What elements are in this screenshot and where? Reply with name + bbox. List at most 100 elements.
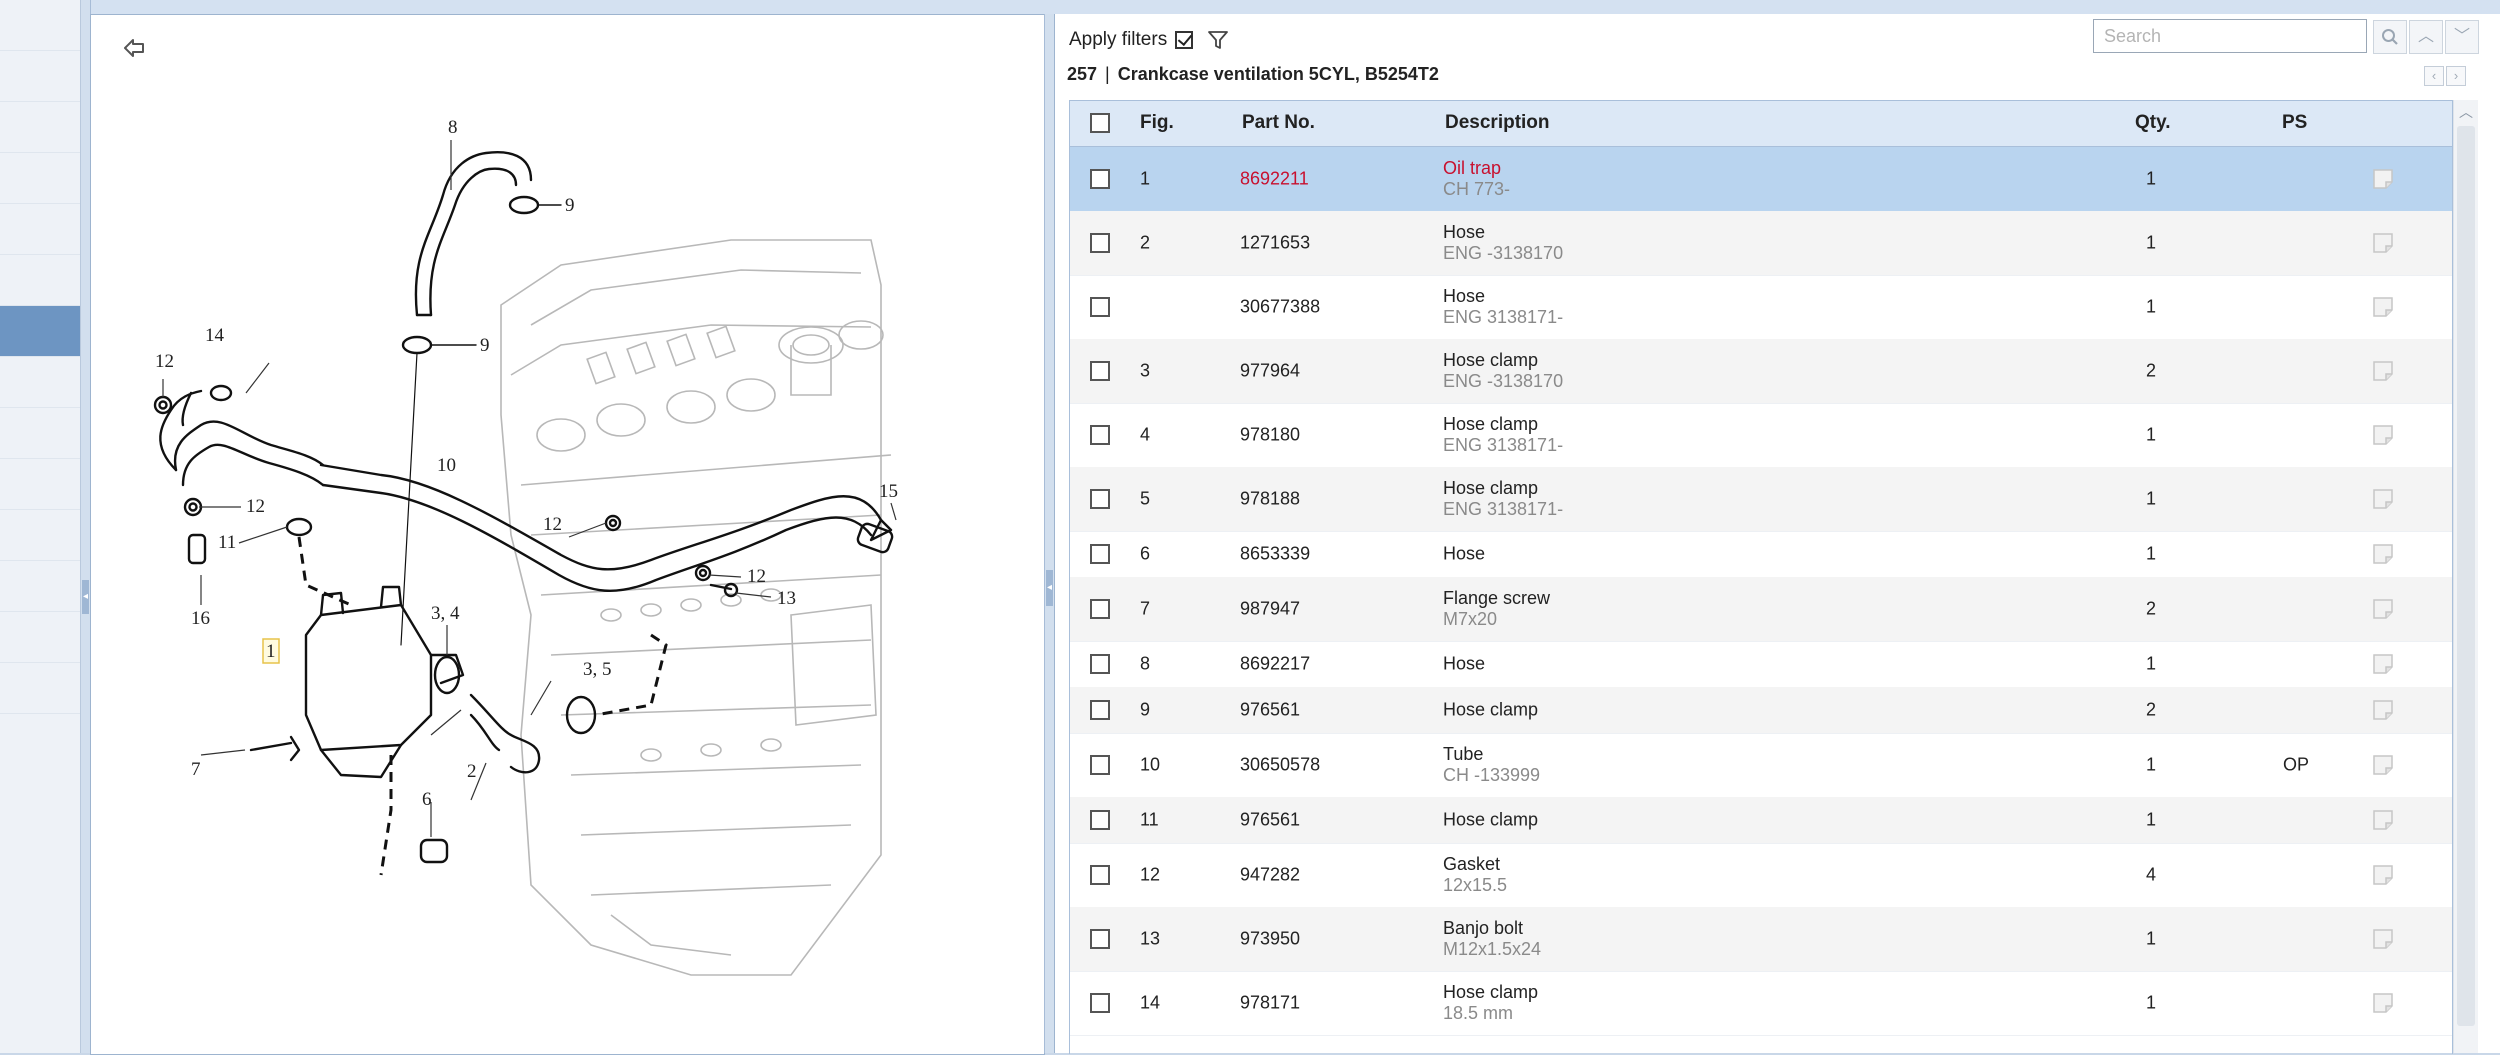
cell-part-no[interactable]: 973950	[1240, 929, 1300, 950]
row-checkbox[interactable]	[1090, 700, 1110, 720]
nav-item[interactable]	[0, 51, 80, 102]
row-checkbox[interactable]	[1090, 169, 1110, 189]
row-checkbox[interactable]	[1090, 993, 1110, 1013]
cell-part-no[interactable]: 8692211	[1240, 169, 1309, 190]
cell-part-no[interactable]: 978188	[1240, 489, 1300, 510]
note-icon[interactable]	[2371, 487, 2395, 511]
row-checkbox[interactable]	[1090, 810, 1110, 830]
table-row[interactable]: 6 8653339 Hose 1	[1070, 531, 2452, 578]
table-row[interactable]: 13 973950 Banjo bolt M12x1.5x24 1	[1070, 907, 2452, 972]
table-row[interactable]: 8 8692217 Hose 1	[1070, 641, 2452, 688]
next-group-button[interactable]: ›	[2446, 66, 2466, 86]
column-header-ps[interactable]: PS	[2282, 112, 2307, 134]
callout-16[interactable]: 16	[191, 608, 210, 629]
row-checkbox[interactable]	[1090, 929, 1110, 949]
note-icon[interactable]	[2371, 863, 2395, 887]
callout-9-top[interactable]: 9	[565, 195, 575, 216]
note-icon[interactable]	[2371, 597, 2395, 621]
table-row[interactable]: 4 978180 Hose clamp ENG 3138171- 1	[1070, 403, 2452, 468]
row-checkbox[interactable]	[1090, 865, 1110, 885]
previous-result-button[interactable]: ︿	[2409, 20, 2443, 54]
note-icon[interactable]	[2371, 652, 2395, 676]
row-checkbox[interactable]	[1090, 489, 1110, 509]
row-checkbox[interactable]	[1090, 425, 1110, 445]
table-row[interactable]: 2 1271653 Hose ENG -3138170 1	[1070, 211, 2452, 276]
nav-item[interactable]	[0, 408, 80, 459]
table-row[interactable]: 30677388 Hose ENG 3138171- 1	[1070, 275, 2452, 340]
nav-item-selected[interactable]	[0, 306, 80, 357]
filter-icon[interactable]	[1207, 29, 1229, 51]
row-checkbox[interactable]	[1090, 654, 1110, 674]
table-row[interactable]: 12 947282 Gasket 12x15.5 4	[1070, 843, 2452, 908]
row-checkbox[interactable]	[1090, 233, 1110, 253]
row-checkbox[interactable]	[1090, 361, 1110, 381]
scroll-thumb[interactable]	[2457, 126, 2475, 1026]
nav-item[interactable]	[0, 102, 80, 153]
table-row[interactable]: 9 976561 Hose clamp 2	[1070, 687, 2452, 734]
column-header-qty[interactable]: Qty.	[2135, 112, 2171, 134]
callout-11[interactable]: 11	[218, 532, 236, 553]
cell-part-no[interactable]: 947282	[1240, 865, 1300, 886]
table-scrollbar[interactable]: ︿	[2453, 100, 2478, 1053]
callout-2[interactable]: 2	[467, 761, 477, 782]
cell-part-no[interactable]: 30677388	[1240, 297, 1320, 318]
nav-item[interactable]	[0, 612, 80, 663]
table-row[interactable]: 1 8692211 Oil trap CH 773- 1	[1070, 147, 2452, 212]
note-icon[interactable]	[2371, 231, 2395, 255]
table-row[interactable]: 5 978188 Hose clamp ENG 3138171- 1	[1070, 467, 2452, 532]
callout-12-b[interactable]: 12	[246, 496, 265, 517]
callout-12-d[interactable]: 12	[747, 566, 766, 587]
nav-item[interactable]	[0, 561, 80, 612]
column-header-part-no[interactable]: Part No.	[1242, 112, 1315, 134]
search-input[interactable]	[2093, 19, 2367, 53]
previous-group-button[interactable]: ‹	[2424, 66, 2444, 86]
row-checkbox[interactable]	[1090, 544, 1110, 564]
collapse-diagram-icon[interactable]: ◂	[1046, 570, 1053, 606]
note-icon[interactable]	[2371, 295, 2395, 319]
callout-1[interactable]: 1	[266, 641, 276, 662]
nav-item[interactable]	[0, 357, 80, 408]
table-row[interactable]: 14 978171 Hose clamp 18.5 mm 1	[1070, 971, 2452, 1036]
column-header-fig[interactable]: Fig.	[1140, 112, 1174, 134]
callout-6[interactable]: 6	[422, 789, 432, 810]
callout-12-a[interactable]: 12	[155, 351, 174, 372]
note-icon[interactable]	[2371, 927, 2395, 951]
row-checkbox[interactable]	[1090, 297, 1110, 317]
nav-item[interactable]	[0, 204, 80, 255]
nav-item[interactable]	[0, 255, 80, 306]
callout-15[interactable]: 15	[879, 481, 898, 502]
note-icon[interactable]	[2371, 698, 2395, 722]
nav-item[interactable]	[0, 459, 80, 510]
apply-filters-checkbox[interactable]	[1175, 31, 1194, 49]
column-header-description[interactable]: Description	[1445, 112, 1550, 134]
search-button[interactable]	[2373, 20, 2407, 54]
callout-12-c[interactable]: 12	[543, 514, 562, 535]
cell-part-no[interactable]: 978180	[1240, 425, 1300, 446]
cell-part-no[interactable]: 978171	[1240, 993, 1300, 1014]
callout-13[interactable]: 13	[777, 588, 796, 609]
note-icon[interactable]	[2371, 753, 2395, 777]
cell-part-no[interactable]: 1271653	[1240, 233, 1310, 254]
next-result-button[interactable]: ﹀	[2445, 20, 2479, 54]
table-row[interactable]: 10 30650578 Tube CH -133999 1 OP	[1070, 733, 2452, 798]
row-checkbox[interactable]	[1090, 599, 1110, 619]
note-icon[interactable]	[2371, 542, 2395, 566]
callout-10[interactable]: 10	[437, 455, 456, 476]
cell-part-no[interactable]: 987947	[1240, 599, 1300, 620]
collapse-left-icon[interactable]: ◂	[82, 580, 89, 614]
select-all-checkbox[interactable]	[1090, 113, 1110, 133]
note-icon[interactable]	[2371, 167, 2395, 191]
cell-part-no[interactable]: 8653339	[1240, 544, 1310, 565]
note-icon[interactable]	[2371, 359, 2395, 383]
table-row[interactable]: 7 987947 Flange screw M7x20 2	[1070, 577, 2452, 642]
cell-part-no[interactable]: 976561	[1240, 810, 1300, 831]
table-row[interactable]: 11 976561 Hose clamp 1	[1070, 797, 2452, 844]
callout-3-5[interactable]: 3, 5	[583, 659, 612, 680]
table-row[interactable]: 3 977964 Hose clamp ENG -3138170 2	[1070, 339, 2452, 404]
cell-part-no[interactable]: 976561	[1240, 700, 1300, 721]
nav-item[interactable]	[0, 510, 80, 561]
note-icon[interactable]	[2371, 991, 2395, 1015]
callout-14[interactable]: 14	[205, 325, 225, 346]
callout-9-lower[interactable]: 9	[480, 335, 490, 356]
parts-diagram[interactable]: 8 9 9 14 12 10 12 11 16 12 15 12 13 3, 4…	[91, 15, 1044, 1054]
